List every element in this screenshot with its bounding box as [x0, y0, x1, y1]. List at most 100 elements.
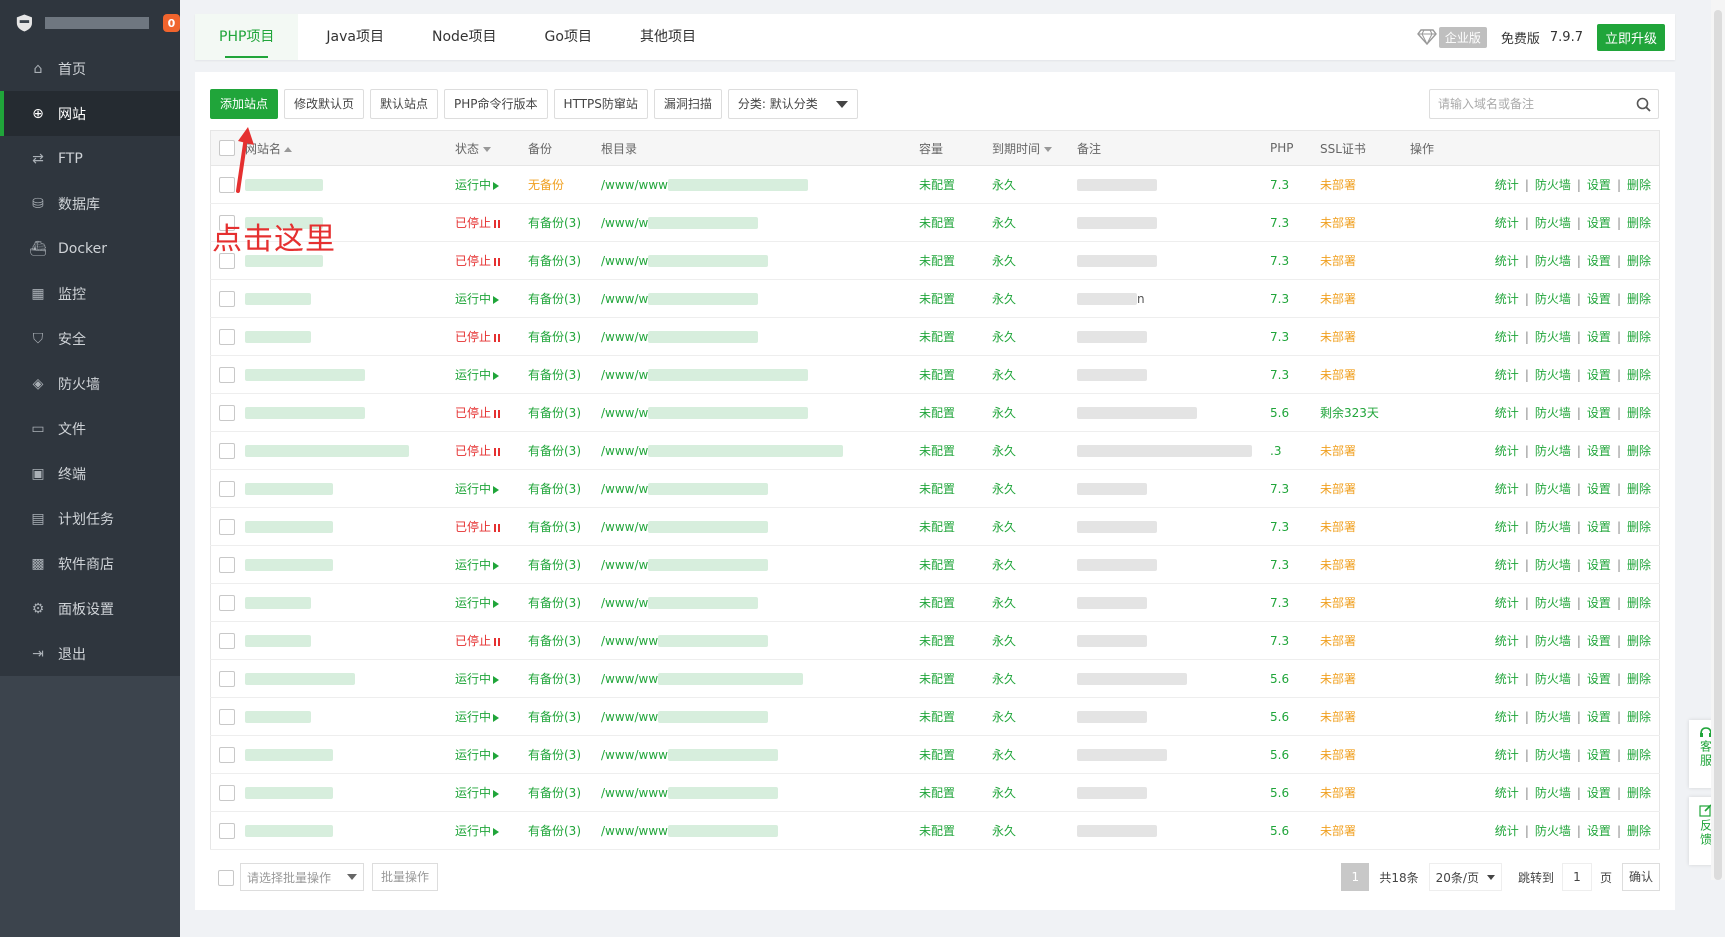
expire-link[interactable]: 永久 [992, 786, 1016, 800]
stats-link[interactable]: 统计 [1495, 482, 1519, 496]
backup-link[interactable]: 有备份(3) [528, 330, 581, 344]
sidebar-item-13[interactable]: ⇥ 退出 [0, 631, 180, 676]
sort-desc-icon[interactable] [1044, 146, 1053, 152]
settings-link[interactable]: 设置 [1587, 634, 1611, 648]
note-blurred[interactable] [1077, 711, 1147, 723]
stats-link[interactable]: 统计 [1495, 368, 1519, 382]
sidebar-item-5[interactable]: ▦ 监控 [0, 271, 180, 316]
stats-link[interactable]: 统计 [1495, 254, 1519, 268]
default-site-button[interactable]: 默认站点 [370, 89, 439, 119]
status-toggle[interactable]: 已停止 [455, 203, 528, 242]
note-blurred[interactable] [1077, 369, 1147, 381]
search-icon[interactable] [1628, 97, 1658, 112]
capacity-link[interactable]: 未配置 [919, 178, 955, 192]
php-version-link[interactable]: 5.6 [1270, 672, 1289, 686]
sidebar-item-10[interactable]: ▤ 计划任务 [0, 496, 180, 541]
backup-link[interactable]: 有备份(3) [528, 254, 581, 268]
status-toggle[interactable]: 运行中 [455, 165, 528, 204]
root-dir-link[interactable]: /www/www [601, 178, 668, 192]
capacity-link[interactable]: 未配置 [919, 520, 955, 534]
site-name-blurred[interactable] [245, 673, 355, 685]
expire-link[interactable]: 永久 [992, 596, 1016, 610]
settings-link[interactable]: 设置 [1587, 824, 1611, 838]
status-toggle[interactable]: 运行中 [455, 735, 528, 774]
sort-asc-icon[interactable] [284, 146, 293, 152]
capacity-link[interactable]: 未配置 [919, 292, 955, 306]
row-checkbox[interactable] [219, 822, 235, 839]
sidebar-item-1[interactable]: ⊕ 网站 [0, 91, 180, 136]
delete-link[interactable]: 删除 [1627, 558, 1651, 572]
expire-link[interactable]: 永久 [992, 368, 1016, 382]
expire-link[interactable]: 永久 [992, 406, 1016, 420]
site-name-blurred[interactable] [245, 483, 333, 495]
settings-link[interactable]: 设置 [1587, 710, 1611, 724]
expire-link[interactable]: 永久 [992, 216, 1016, 230]
status-toggle[interactable]: 运行中 [455, 583, 528, 622]
site-name-blurred[interactable] [245, 597, 311, 609]
row-checkbox[interactable] [219, 632, 235, 649]
firewall-link[interactable]: 防火墙 [1535, 216, 1571, 230]
expire-link[interactable]: 永久 [992, 634, 1016, 648]
backup-link[interactable]: 有备份(3) [528, 786, 581, 800]
enterprise-label[interactable]: 企业版 [1438, 26, 1487, 48]
settings-link[interactable]: 设置 [1587, 558, 1611, 572]
site-name-blurred[interactable] [245, 635, 311, 647]
delete-link[interactable]: 删除 [1627, 292, 1651, 306]
stats-link[interactable]: 统计 [1495, 596, 1519, 610]
sidebar-item-0[interactable]: ⌂ 首页 [0, 46, 180, 91]
sidebar-item-12[interactable]: ⚙ 面板设置 [0, 586, 180, 631]
php-version-link[interactable]: 7.3 [1270, 216, 1289, 230]
firewall-link[interactable]: 防火墙 [1535, 824, 1571, 838]
firewall-link[interactable]: 防火墙 [1535, 672, 1571, 686]
ssl-link[interactable]: 未部署 [1320, 330, 1356, 344]
status-toggle[interactable]: 运行中 [455, 659, 528, 698]
status-toggle[interactable]: 运行中 [455, 469, 528, 508]
stats-link[interactable]: 统计 [1495, 444, 1519, 458]
note-blurred[interactable] [1077, 635, 1147, 647]
settings-link[interactable]: 设置 [1587, 748, 1611, 762]
stats-link[interactable]: 统计 [1495, 558, 1519, 572]
php-cli-version-button[interactable]: PHP命令行版本 [444, 89, 548, 119]
stats-link[interactable]: 统计 [1495, 406, 1519, 420]
site-name-blurred[interactable] [245, 407, 365, 419]
panel-logo-icon[interactable] [14, 12, 35, 34]
note-blurred[interactable] [1077, 445, 1252, 457]
row-checkbox[interactable] [219, 442, 235, 459]
capacity-link[interactable]: 未配置 [919, 406, 955, 420]
tab-go[interactable]: Go项目 [521, 14, 616, 60]
php-version-link[interactable]: 5.6 [1270, 406, 1289, 420]
delete-link[interactable]: 删除 [1627, 786, 1651, 800]
settings-link[interactable]: 设置 [1587, 596, 1611, 610]
root-dir-link[interactable]: /www/ww [601, 710, 658, 724]
row-checkbox[interactable] [219, 480, 235, 497]
note-blurred[interactable] [1077, 483, 1147, 495]
stats-link[interactable]: 统计 [1495, 634, 1519, 648]
ssl-link[interactable]: 剩余323天 [1320, 406, 1379, 420]
delete-link[interactable]: 删除 [1627, 444, 1651, 458]
stats-link[interactable]: 统计 [1495, 748, 1519, 762]
firewall-link[interactable]: 防火墙 [1535, 444, 1571, 458]
sidebar-item-6[interactable]: ⛉ 安全 [0, 316, 180, 361]
expire-link[interactable]: 永久 [992, 672, 1016, 686]
delete-link[interactable]: 删除 [1627, 330, 1651, 344]
sidebar-item-4[interactable]: ⛴ Docker [0, 226, 180, 271]
backup-link[interactable]: 有备份(3) [528, 406, 581, 420]
add-site-button[interactable]: 添加站点 [210, 89, 279, 119]
row-checkbox[interactable] [219, 366, 235, 383]
backup-link[interactable]: 有备份(3) [528, 216, 581, 230]
stats-link[interactable]: 统计 [1495, 520, 1519, 534]
settings-link[interactable]: 设置 [1587, 786, 1611, 800]
note-blurred[interactable] [1077, 749, 1167, 761]
capacity-link[interactable]: 未配置 [919, 786, 955, 800]
settings-link[interactable]: 设置 [1587, 520, 1611, 534]
root-dir-link[interactable]: /www/w [601, 330, 648, 344]
firewall-link[interactable]: 防火墙 [1535, 292, 1571, 306]
status-toggle[interactable]: 运行中 [455, 545, 528, 584]
php-version-link[interactable]: 5.6 [1270, 710, 1289, 724]
root-dir-link[interactable]: /www/www [601, 786, 668, 800]
backup-link[interactable]: 有备份(3) [528, 482, 581, 496]
ssl-link[interactable]: 未部署 [1320, 178, 1356, 192]
firewall-link[interactable]: 防火墙 [1535, 558, 1571, 572]
status-toggle[interactable]: 运行中 [455, 773, 528, 812]
modify-default-page-button[interactable]: 修改默认页 [284, 89, 365, 119]
